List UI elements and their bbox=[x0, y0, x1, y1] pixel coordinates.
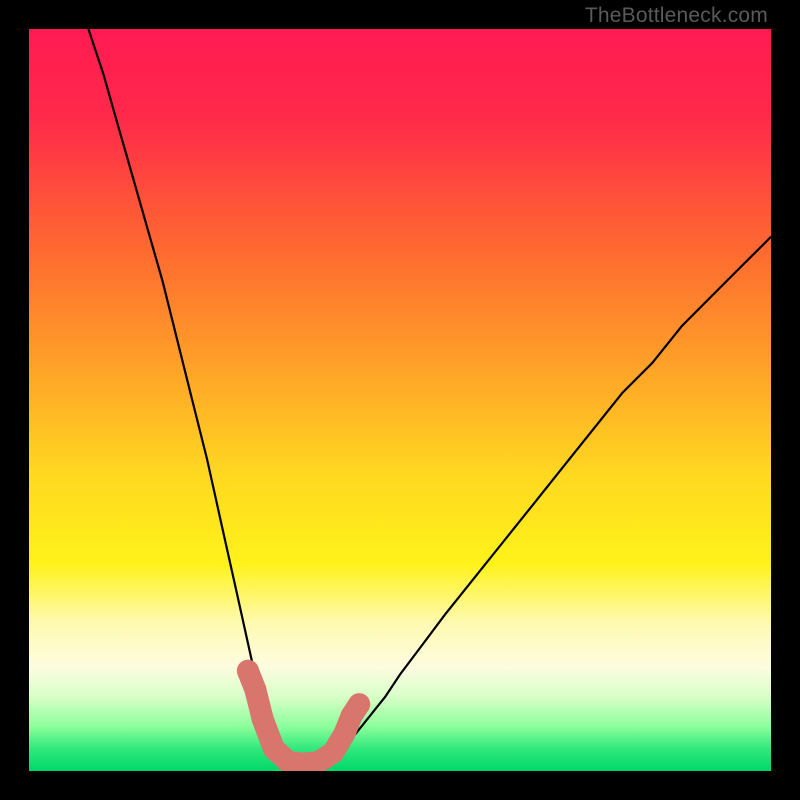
watermark: TheBottleneck.com bbox=[585, 4, 768, 28]
curves-layer bbox=[29, 29, 771, 771]
left-curve bbox=[88, 29, 288, 760]
right-curve bbox=[326, 237, 771, 760]
plot-area bbox=[29, 29, 771, 771]
